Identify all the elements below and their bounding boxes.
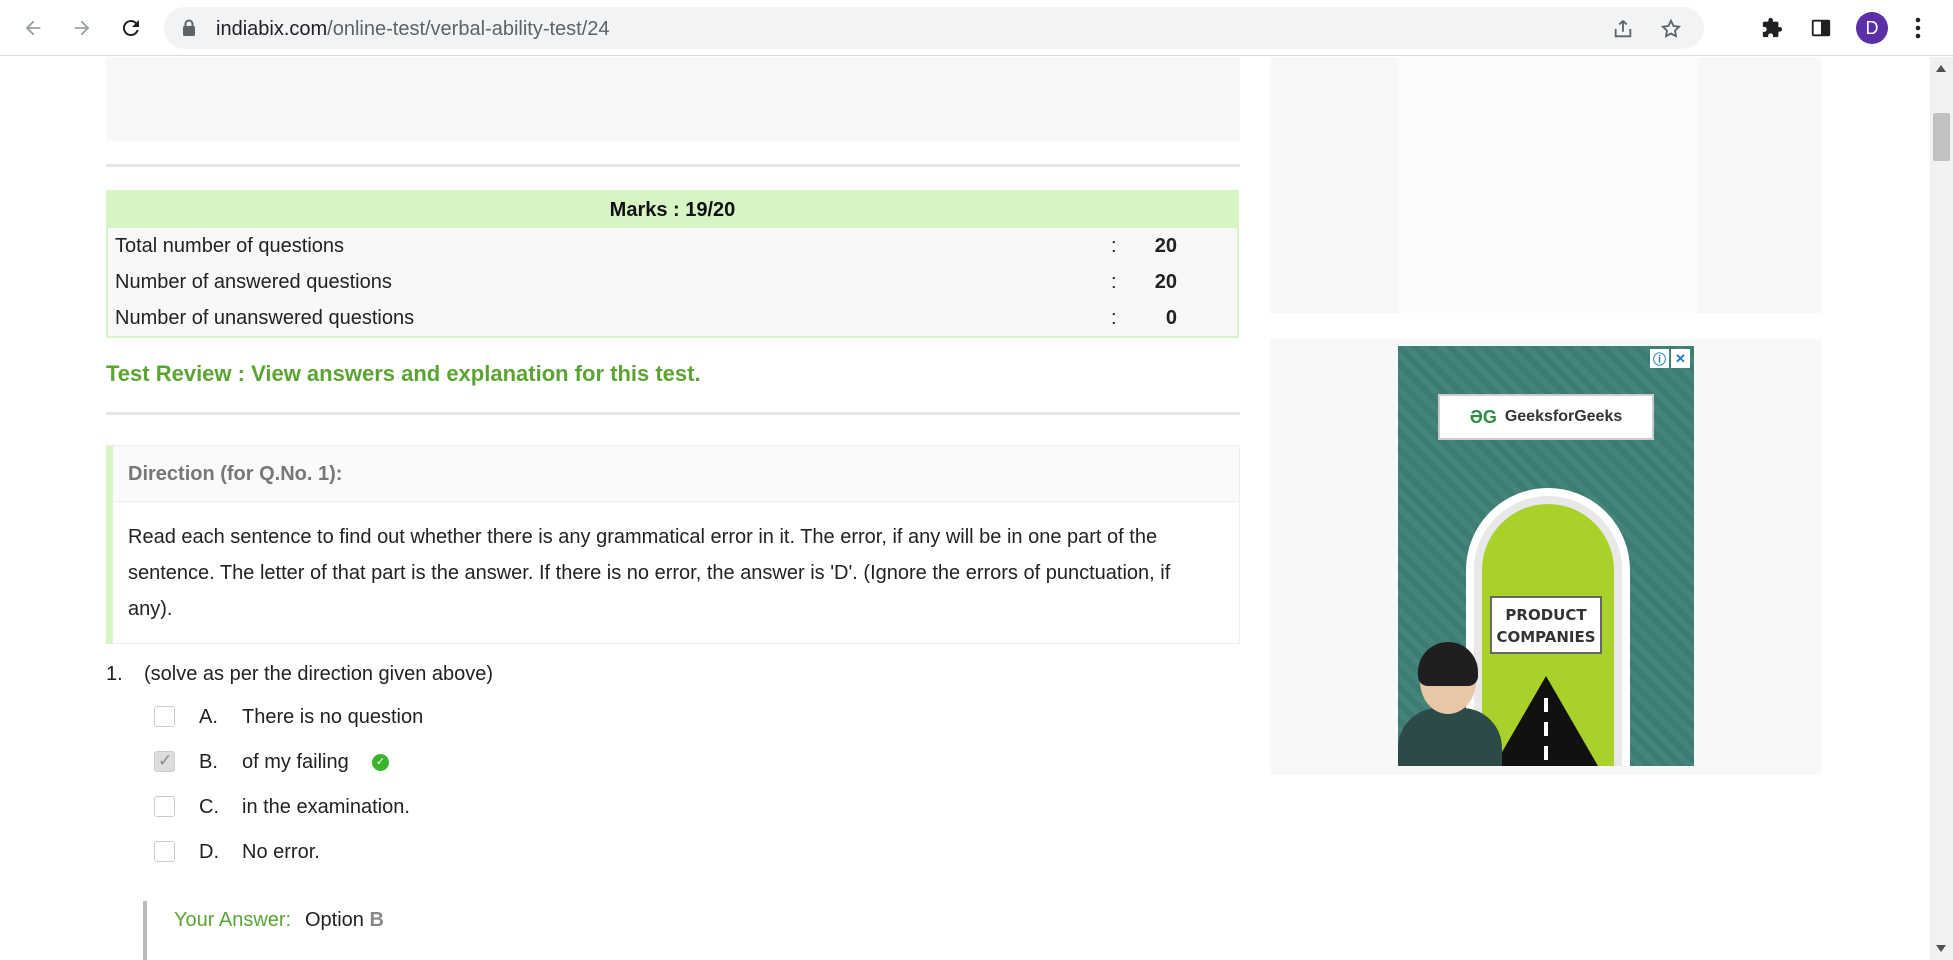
option-letter: A. (199, 706, 218, 728)
option-letter: D. (199, 841, 219, 863)
reload-icon (122, 20, 139, 37)
answer-prefix: Option (305, 909, 364, 931)
extensions-icon[interactable] (1756, 12, 1788, 44)
direction-box: Direction (for Q.No. 1): Read each sente… (106, 445, 1240, 644)
marks-heading: Marks : 19/20 (108, 192, 1237, 228)
correct-check-icon: ✓ (372, 754, 389, 771)
your-answer-value: Option B (305, 909, 384, 932)
option-text: of my failing (242, 751, 349, 773)
person-body (1398, 708, 1502, 766)
marks-row-label: Number of unanswered questions (115, 307, 415, 329)
direction-heading: Direction (for Q.No. 1): (113, 446, 1239, 502)
lock-icon (182, 19, 196, 42)
ad-controls: ⓘ ✕ (1650, 349, 1690, 368)
option-letter: B. (199, 751, 218, 773)
ad-brand-name: GeeksforGeeks (1504, 408, 1623, 425)
question-number: 1. (106, 663, 123, 685)
ad-brand-sign: ƏG GeeksforGeeks (1438, 394, 1654, 440)
forward-arrow-icon (74, 20, 90, 36)
browser-toolbar: indiabix.com/online-test/verbal-ability-… (0, 0, 1953, 56)
marks-row: Number of unanswered questions : 0 (108, 300, 1237, 336)
marks-row-colon: : (1111, 235, 1117, 257)
your-answer-block: Your Answer: Option B (143, 901, 643, 960)
ad-slot-sidebar: ƏG GeeksforGeeks PRODUCT COMPANIES ⓘ ✕ (1270, 339, 1821, 775)
ad-slot-sidebar-top (1270, 57, 1821, 313)
bookmark-star-icon[interactable] (1658, 16, 1684, 42)
forward-button[interactable] (64, 10, 100, 46)
ad-close-icon[interactable]: ✕ (1671, 349, 1690, 368)
scroll-thumb[interactable] (1933, 113, 1950, 161)
marks-row-value: 0 (1165, 307, 1177, 329)
option-letter: C. (199, 796, 219, 818)
side-panel-icon[interactable] (1805, 12, 1837, 44)
ad-banner-image[interactable]: ƏG GeeksforGeeks PRODUCT COMPANIES ⓘ ✕ (1398, 346, 1694, 766)
answer-option-letter: B (369, 909, 384, 931)
back-arrow-icon (25, 20, 41, 36)
option-text: There is no question (242, 706, 424, 728)
question-text: (solve as per the direction given above) (144, 663, 494, 685)
divider (106, 412, 1240, 415)
reload-button[interactable] (113, 10, 149, 46)
marks-row-value: 20 (1154, 271, 1177, 293)
test-review-link[interactable]: Test Review : View answers and explanati… (106, 361, 701, 387)
road-line (1544, 698, 1548, 766)
your-answer-label: Your Answer: (174, 909, 292, 931)
option-checkbox[interactable] (154, 706, 175, 727)
marks-row: Total number of questions : 20 (108, 228, 1237, 264)
direction-text: Read each sentence to find out whether t… (128, 526, 1171, 620)
marks-row-colon: : (1111, 271, 1117, 293)
marks-row-value: 20 (1154, 235, 1177, 257)
url-text: indiabix.com/online-test/verbal-ability-… (216, 18, 610, 41)
marks-row-colon: : (1111, 307, 1117, 329)
address-bar[interactable]: indiabix.com/online-test/verbal-ability-… (164, 7, 1704, 49)
url-domain: indiabix.com (216, 18, 328, 40)
marks-summary-table: Marks : 19/20 Total number of questions … (106, 190, 1239, 338)
option-text: No error. (242, 841, 320, 863)
marks-row-label: Total number of questions (115, 235, 345, 257)
option-text: in the examination. (242, 796, 410, 818)
url-path: /online-test/verbal-ability-test/24 (327, 18, 610, 40)
page-viewport: Marks : 19/20 Total number of questions … (0, 57, 1930, 960)
scroll-down-arrow-icon[interactable] (1936, 945, 1946, 952)
divider (106, 164, 1240, 167)
page-scrollbar[interactable] (1930, 57, 1953, 960)
more-menu-icon[interactable] (1902, 12, 1934, 44)
back-button[interactable] (15, 10, 51, 46)
profile-avatar[interactable]: D (1856, 12, 1888, 44)
gfg-logo-icon: ƏG (1469, 406, 1497, 427)
option-checkbox[interactable] (154, 841, 175, 862)
option-checkbox[interactable] (154, 796, 175, 817)
product-companies-sign: PRODUCT COMPANIES (1490, 596, 1602, 654)
sign-line-2: COMPANIES (1496, 628, 1596, 646)
ad-placeholder (1398, 57, 1698, 313)
sign-line-1: PRODUCT (1505, 606, 1587, 624)
ad-slot-top (106, 57, 1240, 141)
ad-info-icon[interactable]: ⓘ (1650, 349, 1669, 368)
marks-row-label: Number of answered questions (115, 271, 392, 293)
scroll-up-arrow-icon[interactable] (1936, 65, 1946, 72)
share-icon[interactable] (1610, 16, 1636, 42)
marks-row: Number of answered questions : 20 (108, 264, 1237, 300)
option-checkbox-checked[interactable] (154, 751, 175, 772)
